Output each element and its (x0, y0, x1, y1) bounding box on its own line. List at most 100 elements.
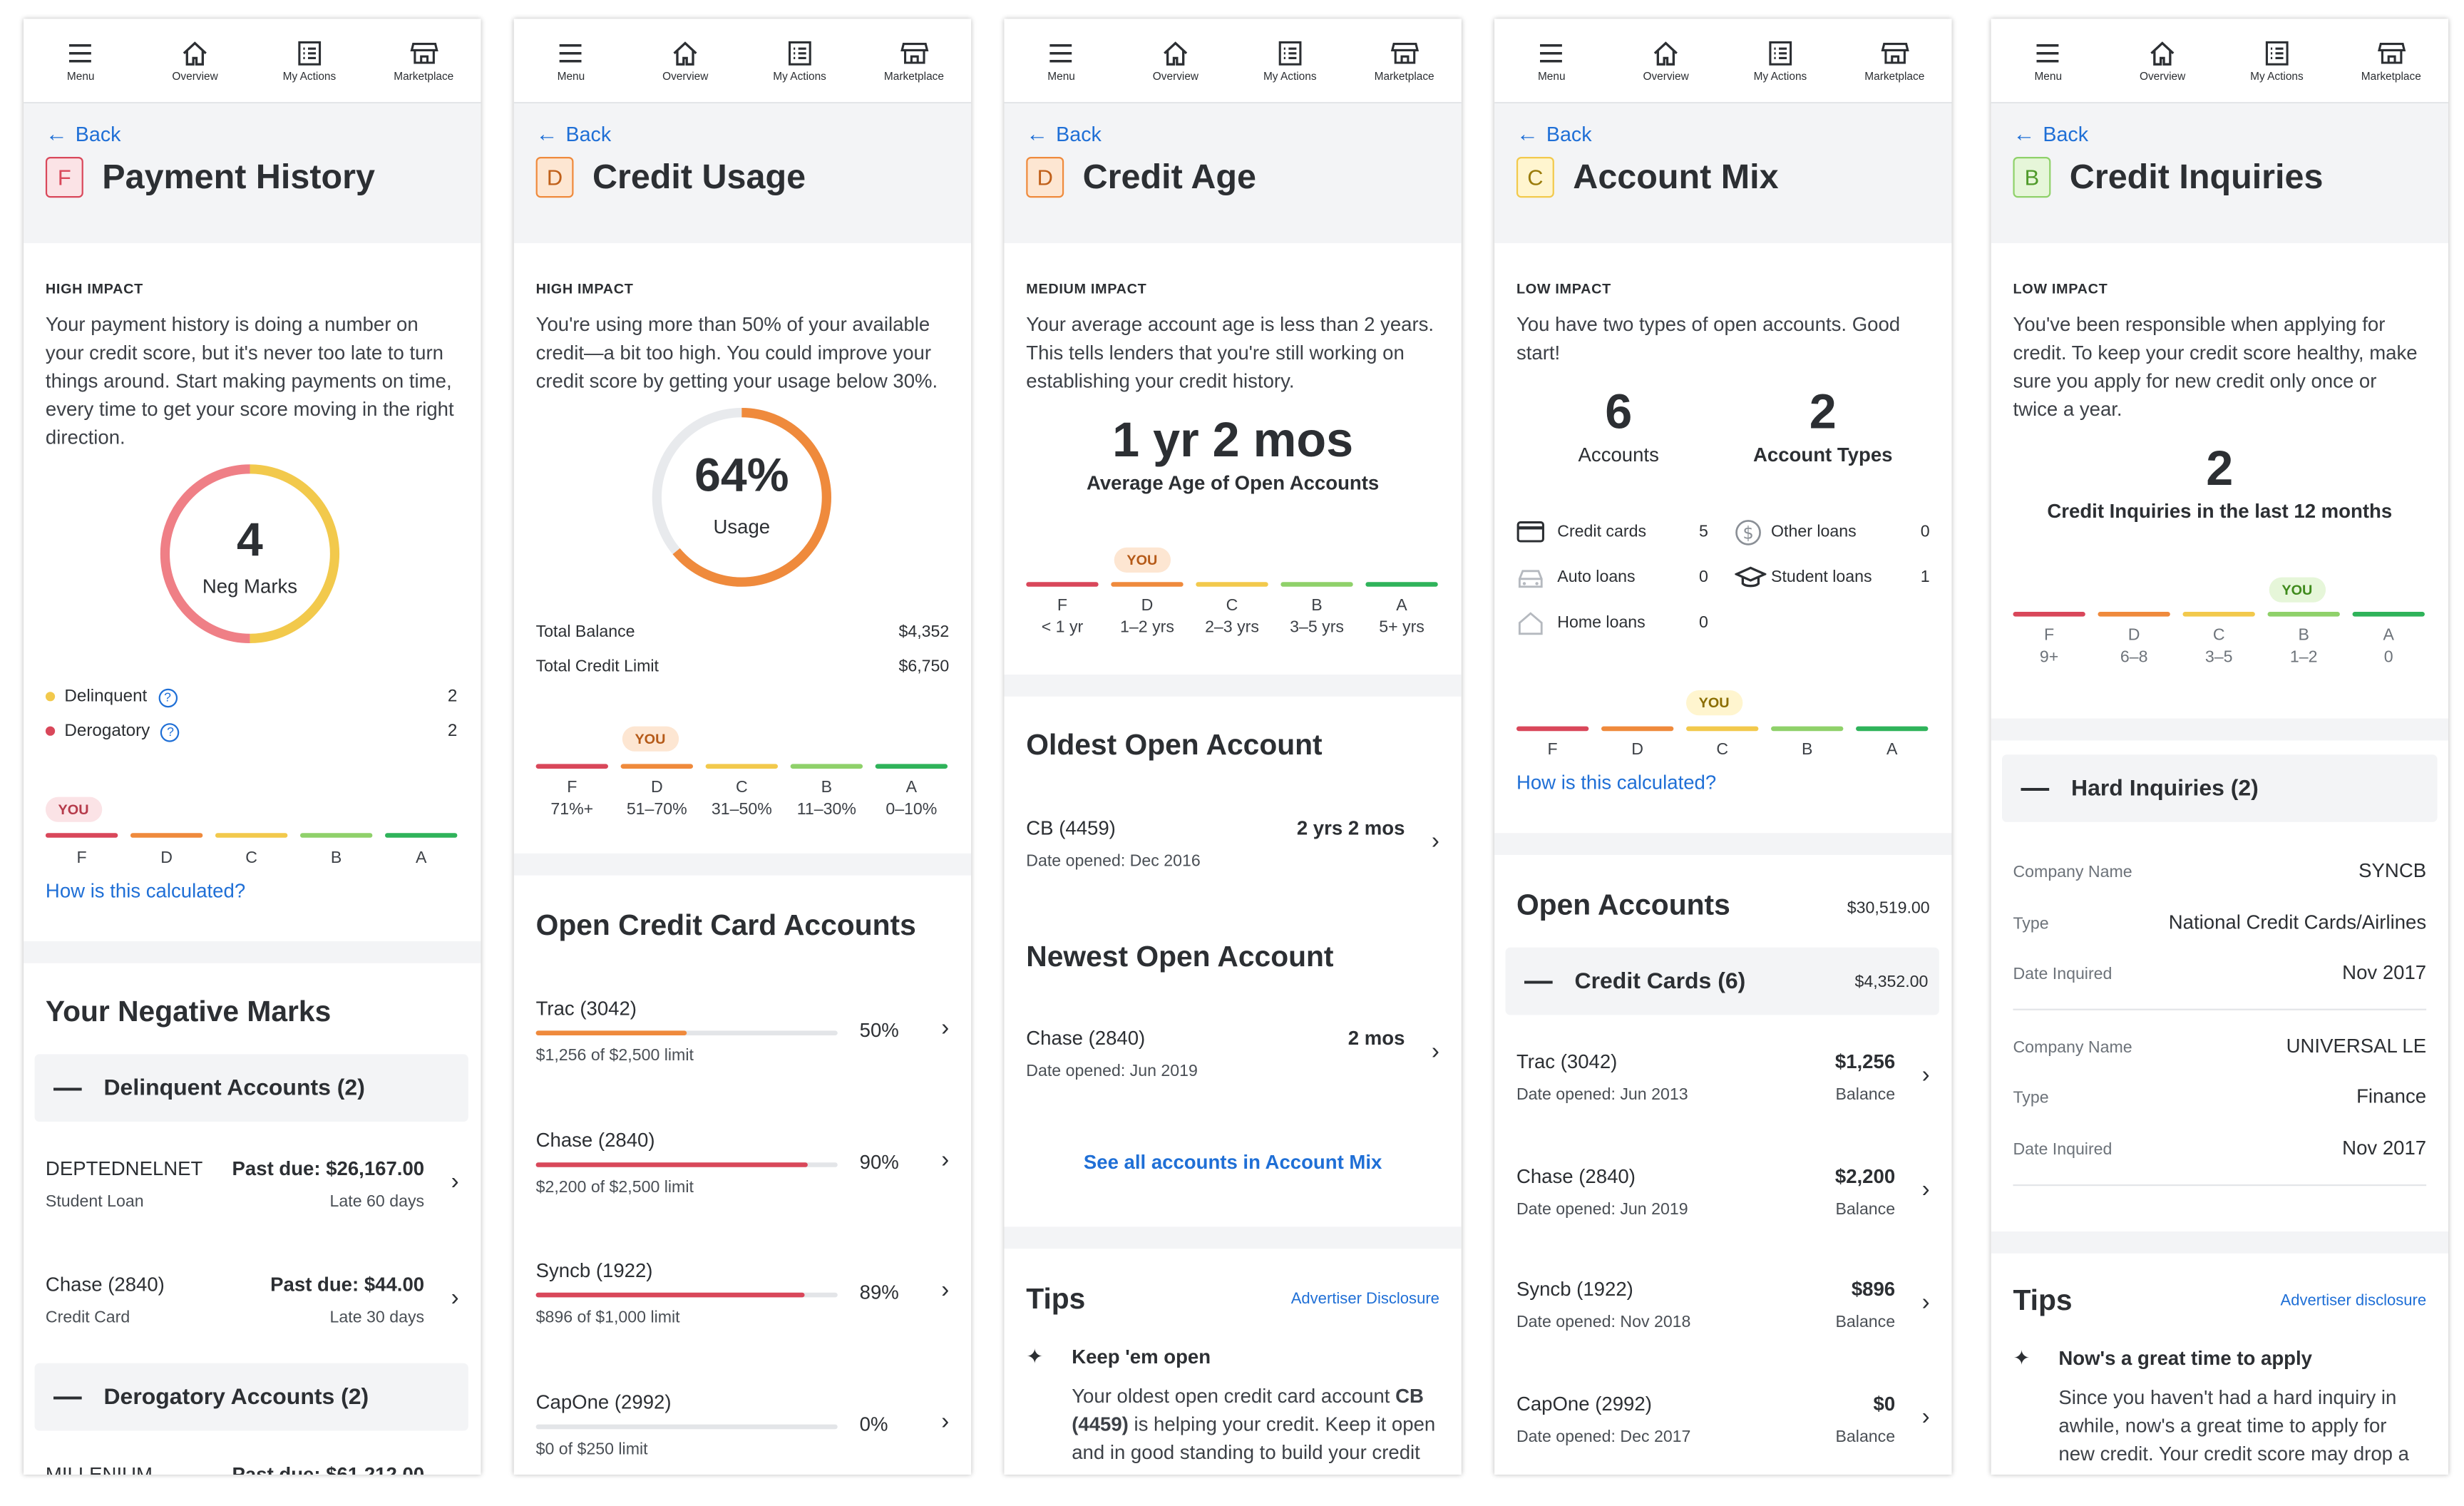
section-separator (24, 941, 481, 963)
chevron-right-icon: › (451, 1284, 459, 1312)
graduation-icon (1735, 566, 1767, 588)
list-item[interactable]: Syncb (1922) $896 of $1,000 limit 89% › (535, 1260, 950, 1338)
back-button[interactable]: ← Back (46, 119, 459, 148)
advertiser-disclosure-link[interactable]: Advertiser Disclosure (1291, 1291, 1439, 1308)
scale-label: A 5+ yrs (1379, 596, 1424, 637)
nav-my-actions[interactable]: My Actions (2229, 39, 2324, 83)
company-name-value: UNIVERSAL LE (2286, 1035, 2427, 1057)
page-header: ← Back D Credit Usage (513, 103, 972, 243)
list-item[interactable]: CapOne (2992) $0 of $250 limit 0% › (535, 1391, 950, 1470)
hard-inquiries-accordion[interactable]: — Hard Inquiries (2) (2002, 754, 2438, 822)
how-calculated-link[interactable]: How is this calculated? (46, 880, 245, 902)
scale-label: F 9+ (2039, 625, 2059, 667)
back-button[interactable]: ← Back (1026, 119, 1439, 148)
nav-menu[interactable]: Menu (1504, 39, 1598, 83)
nav-marketplace[interactable]: Marketplace (2344, 39, 2438, 83)
how-calculated-link[interactable]: How is this calculated? (1516, 772, 1716, 794)
you-marker: YOU (1685, 690, 1742, 716)
list-item[interactable]: Chase (2840) Credit Card Past due: $44.0… (46, 1274, 459, 1336)
list-item[interactable]: Chase (2840) Date opened: Jun 2019 $2,20… (1516, 1166, 1930, 1229)
nav-marketplace[interactable]: Marketplace (867, 39, 961, 83)
grade-badge: D (535, 157, 574, 198)
nav-overview[interactable]: Overview (638, 39, 732, 83)
nav-menu[interactable]: Menu (1014, 39, 1108, 83)
back-button[interactable]: ← Back (1516, 119, 1930, 148)
checklist-icon (298, 40, 321, 65)
usage-bar-fill (535, 1030, 687, 1035)
nav-menu[interactable]: Menu (34, 39, 128, 83)
nav-overview[interactable]: Overview (2115, 39, 2209, 83)
advertiser-disclosure-link[interactable]: Advertiser disclosure (2281, 1293, 2427, 1310)
nav-overview[interactable]: Overview (148, 39, 242, 83)
nav-my-actions[interactable]: My Actions (1733, 39, 1827, 83)
back-button[interactable]: ← Back (2013, 119, 2426, 148)
credit-age-screen: Menu Overview My Actions Marketplace ← Ba… (1004, 19, 1462, 1475)
scale-segment-d (620, 764, 694, 769)
back-button[interactable]: ← Back (536, 119, 950, 148)
top-nav: Menu Overview My Actions Marketplace (1004, 19, 1462, 104)
scale-segment-b (790, 764, 863, 769)
page-title: Credit Age (1082, 157, 1257, 196)
list-item[interactable]: Trac (3042) Date opened: Jun 2013 $1,256… (1516, 1051, 1930, 1114)
list-item[interactable]: CB (4459) Date opened: Dec 2016 2 yrs 2 … (1026, 817, 1439, 880)
list-item[interactable]: Chase (2840) $2,200 of $2,500 limit 90% … (535, 1130, 949, 1208)
top-nav: Menu Overview My Actions Marketplace (24, 19, 481, 104)
home-icon (1164, 41, 1188, 65)
credit-cards-accordion[interactable]: — Credit Cards (6) $4,352.00 (1505, 947, 1939, 1015)
legend-delinquent: Delinquent ? 2 (45, 687, 457, 708)
tips-title: Tips (1026, 1281, 1086, 1315)
nav-overview[interactable]: Overview (1129, 39, 1223, 83)
card-icon (1516, 521, 1544, 543)
list-item[interactable]: CapOne (2992) Date opened: Dec 2017 $0 B… (1516, 1393, 1930, 1456)
total-balance-value: $4,352 (898, 623, 950, 642)
average-age-value: 1 yr 2 mos (1112, 412, 1354, 468)
minus-icon: — (53, 1071, 82, 1103)
checklist-icon (1278, 40, 1302, 65)
scale-segment-a (385, 833, 458, 838)
list-item[interactable]: MILLENIUM Past due: $61,212.00 (46, 1464, 459, 1475)
derogatory-accordion[interactable]: — Derogatory Accounts (2) (34, 1363, 468, 1431)
section-separator (1991, 1231, 2448, 1254)
chevron-right-icon: › (941, 1408, 950, 1435)
sparkle-icon: ✦ (2013, 1346, 2031, 1370)
car-icon (1518, 570, 1543, 588)
mix-home-loans: Home loans 0 (1516, 612, 1708, 640)
grade-badge: C (1516, 157, 1554, 198)
nav-my-actions[interactable]: My Actions (1243, 39, 1337, 83)
credit-inquiries-screen: Menu Overview My Actions Marketplace ← Ba… (1991, 19, 2448, 1475)
nav-marketplace[interactable]: Marketplace (1847, 39, 1941, 83)
chevron-right-icon: › (941, 1276, 950, 1304)
scale-label: A (415, 849, 427, 868)
scale-label: A 0–10% (885, 778, 938, 819)
minus-icon: — (53, 1380, 82, 1412)
page-header: ← Back C Account Mix (1494, 103, 1952, 243)
list-item[interactable]: Chase (2840) Date opened: Jun 2019 2 mos… (1026, 1028, 1439, 1090)
help-icon[interactable]: ? (160, 723, 180, 742)
nav-my-actions[interactable]: My Actions (262, 39, 356, 83)
nav-my-actions[interactable]: My Actions (752, 39, 846, 83)
section-separator (1991, 718, 2448, 741)
page-title: Account Mix (1573, 157, 1779, 196)
delinquent-accordion[interactable]: — Delinquent Accounts (2) (34, 1054, 468, 1122)
nav-overview[interactable]: Overview (1618, 39, 1713, 83)
account-mix-screen: Menu Overview My Actions Marketplace ← Ba… (1494, 19, 1952, 1475)
list-item[interactable]: DEPTEDNELNET Student Loan Past due: $26,… (46, 1158, 459, 1221)
nav-menu[interactable]: Menu (2001, 39, 2095, 83)
nav-marketplace[interactable]: Marketplace (1357, 39, 1452, 83)
help-icon[interactable]: ? (158, 688, 178, 708)
chevron-right-icon: › (1921, 1289, 1930, 1316)
list-item[interactable]: Trac (3042) $1,256 of $2,500 limit 50% › (535, 998, 949, 1076)
page-title: Credit Usage (592, 157, 806, 196)
scale-segment-d (1111, 582, 1184, 587)
scale-label: F 71%+ (550, 778, 594, 819)
nav-marketplace[interactable]: Marketplace (376, 39, 471, 83)
negative-marks-title: Your Negative Marks (45, 994, 332, 1028)
see-all-accounts-link[interactable]: See all accounts in Account Mix (1004, 1152, 1461, 1174)
usage-percent: 64% (694, 450, 789, 502)
open-accounts-title: Open Accounts (1516, 888, 1730, 921)
section-separator (1004, 675, 1462, 697)
scale-label: A (1886, 740, 1898, 759)
scale-segment-a (1365, 582, 1438, 587)
list-item[interactable]: Syncb (1922) Date opened: Nov 2018 $896 … (1516, 1279, 1930, 1341)
nav-menu[interactable]: Menu (524, 39, 618, 83)
